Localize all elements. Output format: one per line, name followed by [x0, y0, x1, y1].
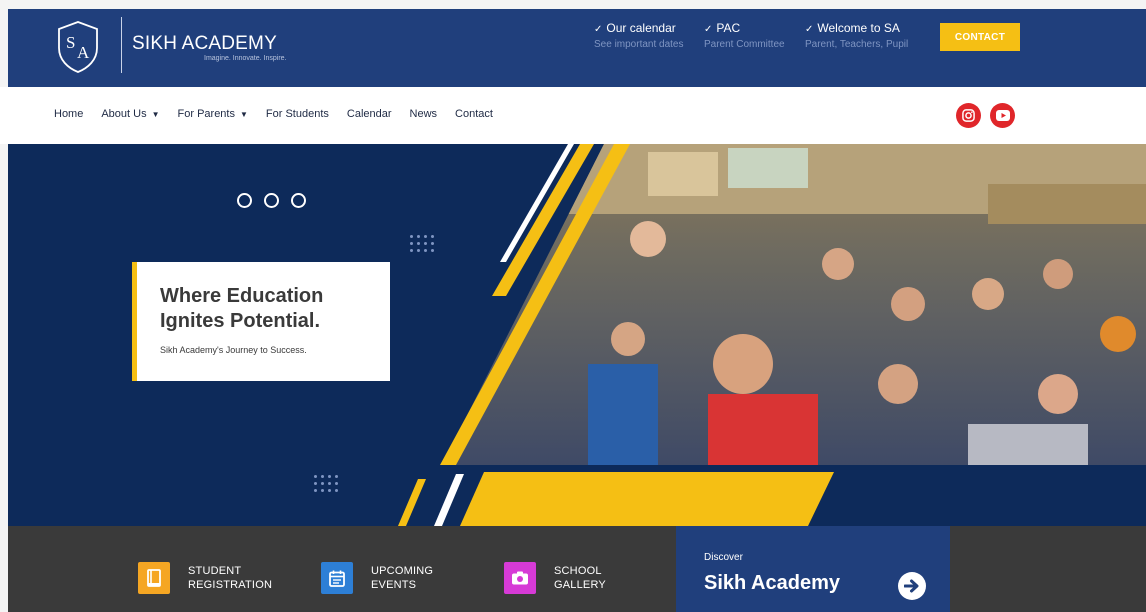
main-navigation: Home About Us ▼ For Parents ▼ For Students… [0, 87, 1146, 144]
nav-label: For Students [265, 108, 329, 120]
svg-text:S: S [66, 33, 75, 52]
quick-links-bar: STUDENT REGISTRATION UPCOMING EVENTS SCHOO… [8, 526, 1146, 612]
hero-card: Where Education Ignites Potential. Sikh … [132, 262, 390, 381]
book-icon [138, 562, 170, 594]
dot-grid-decor [410, 235, 434, 252]
check-circle-icon: ✓ [594, 24, 603, 35]
quick-link-line2: GALLERY [554, 579, 606, 591]
discover-sikh-academy-button[interactable]: Discover Sikh Academy [676, 526, 950, 612]
info-title: PAC [716, 21, 741, 35]
school-gallery-link[interactable]: SCHOOL GALLERY [504, 562, 606, 594]
discover-label: Discover [704, 552, 743, 563]
slide-dot-3[interactable] [291, 193, 306, 208]
nav-label: Calendar [346, 108, 392, 120]
quick-link-line1: SCHOOL [554, 565, 602, 577]
nav-label: About Us [101, 108, 147, 120]
quick-link-line1: STUDENT [188, 565, 242, 577]
check-circle-icon: ✓ [704, 24, 713, 35]
nav-calendar[interactable]: Calendar [347, 108, 392, 120]
nav-label: Home [54, 108, 84, 120]
check-circle-icon: ✓ [805, 24, 814, 35]
quick-link-line2: EVENTS [371, 579, 417, 591]
nav-news[interactable]: News [410, 108, 438, 120]
page: S A SIKH ACADEMY Imagine. Innovate. Insp… [0, 0, 1146, 612]
hero-slider: Where Education Ignites Potential. Sikh … [8, 144, 1146, 526]
nav-label: For Parents [177, 108, 235, 120]
brand-tagline: Imagine. Innovate. Inspire. [204, 55, 287, 62]
nav-about-us[interactable]: About Us ▼ [101, 108, 159, 120]
camera-icon [504, 562, 536, 594]
info-title: Welcome to SA [817, 21, 900, 35]
instagram-icon[interactable] [956, 103, 981, 128]
discover-title: Sikh Academy [704, 572, 840, 594]
youtube-icon[interactable] [990, 103, 1015, 128]
info-title: Our calendar [606, 21, 676, 35]
top-header: S A SIKH ACADEMY Imagine. Innovate. Insp… [8, 9, 1146, 87]
nav-contact[interactable]: Contact [455, 108, 493, 120]
info-pac[interactable]: ✓ PAC Parent Committee [704, 21, 785, 50]
upcoming-events-link[interactable]: UPCOMING EVENTS [321, 562, 433, 594]
slide-dot-1[interactable] [237, 193, 252, 208]
caret-down-icon: ▼ [151, 109, 160, 119]
nav-label: News [409, 108, 438, 120]
contact-button[interactable]: CONTACT [940, 23, 1020, 51]
arrow-right-icon [898, 572, 926, 600]
caret-down-icon: ▼ [239, 109, 248, 119]
slider-dots [237, 193, 306, 208]
slide-dot-2[interactable] [264, 193, 279, 208]
quick-link-line2: REGISTRATION [188, 579, 273, 591]
svg-text:A: A [77, 43, 90, 62]
nav-for-parents[interactable]: For Parents ▼ [178, 108, 248, 120]
sa-shield-logo-icon[interactable]: S A [56, 20, 100, 74]
nav-for-students[interactable]: For Students [266, 108, 329, 120]
info-subtitle: Parent Committee [704, 39, 785, 50]
nav-home[interactable]: Home [54, 108, 83, 120]
info-welcome[interactable]: ✓ Welcome to SA Parent, Teachers, Pupil [805, 21, 908, 50]
info-our-calendar[interactable]: ✓ Our calendar See important dates [594, 21, 684, 50]
info-subtitle: Parent, Teachers, Pupil [805, 39, 909, 50]
nav-label: Contact [455, 108, 493, 120]
calendar-icon [321, 562, 353, 594]
brand-name[interactable]: SIKH ACADEMY [132, 33, 277, 55]
info-subtitle: See important dates [594, 39, 684, 50]
student-registration-link[interactable]: STUDENT REGISTRATION [138, 562, 272, 594]
logo-divider [121, 17, 122, 73]
hero-title: Where Education Ignites Potential. [160, 285, 324, 332]
hero-subtitle: Sikh Academy's Journey to Success. [160, 345, 307, 355]
quick-link-line1: UPCOMING [371, 565, 434, 577]
dot-grid-decor [314, 475, 338, 492]
